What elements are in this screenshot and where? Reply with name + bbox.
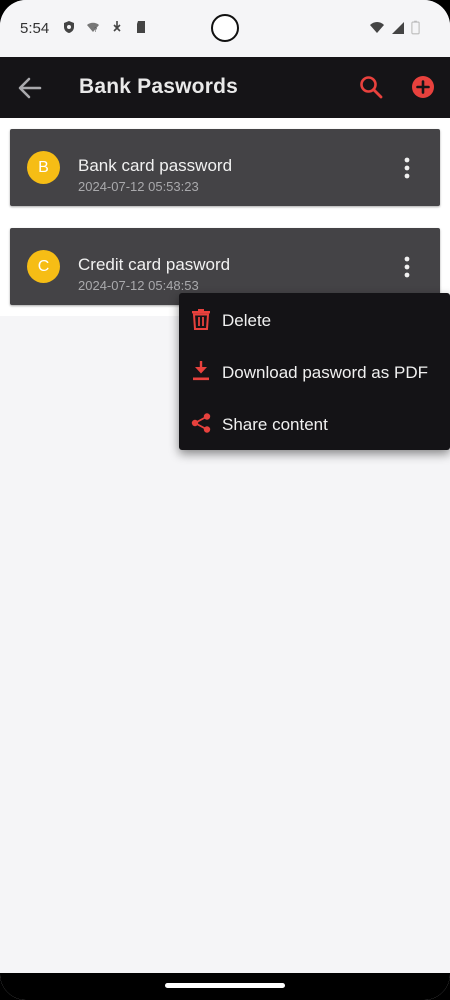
more-vert-icon[interactable] <box>396 153 418 183</box>
status-icons-left: ? <box>62 20 148 34</box>
signal-icon <box>392 21 404 34</box>
page-title: Bank Paswords <box>79 75 238 98</box>
menu-item-share[interactable]: Share content <box>179 398 450 450</box>
item-date: 2024-07-12 05:48:53 <box>78 278 199 293</box>
shield-icon <box>64 21 74 33</box>
menu-item-download-pdf[interactable]: Download pasword as PDF <box>179 346 450 398</box>
sd-card-icon <box>137 21 145 33</box>
battery-icon <box>411 20 420 35</box>
status-time: 5:54 <box>20 20 50 37</box>
context-menu: Delete Download pasword as PDF Share con… <box>179 293 450 450</box>
menu-item-delete[interactable]: Delete <box>179 294 450 346</box>
status-icons-right <box>369 20 420 35</box>
avatar: C <box>27 250 60 283</box>
camera-cutout <box>211 14 239 42</box>
menu-label: Delete <box>222 311 272 330</box>
status-bar: 5:54 ? <box>0 0 450 57</box>
avatar: B <box>27 151 60 184</box>
menu-label: Share content <box>222 415 328 434</box>
download-arrow-icon <box>113 21 121 32</box>
wifi-question-icon: ? <box>87 22 99 34</box>
app-bar: Bank Paswords <box>0 57 450 118</box>
wifi-icon <box>370 21 384 33</box>
search-icon[interactable] <box>358 74 384 100</box>
item-title: Credit card pasword <box>78 255 231 274</box>
item-title: Bank card password <box>78 156 233 175</box>
home-gesture-handle[interactable] <box>165 983 285 988</box>
trash-icon <box>192 309 210 330</box>
more-vert-icon[interactable] <box>396 252 418 282</box>
list-item-bank-card[interactable]: B Bank card password 2024-07-12 05:53:23 <box>10 129 440 206</box>
menu-label: Download pasword as PDF <box>222 363 428 382</box>
phone-screen: 5:54 ? Bank Paswords B Bank card passwor… <box>0 0 450 1000</box>
download-icon <box>193 361 209 381</box>
item-date: 2024-07-12 05:53:23 <box>78 179 199 194</box>
share-icon <box>191 413 211 433</box>
add-circle-icon[interactable] <box>411 75 435 99</box>
arrow-left-icon[interactable] <box>16 74 44 102</box>
svg-text:?: ? <box>94 27 97 34</box>
